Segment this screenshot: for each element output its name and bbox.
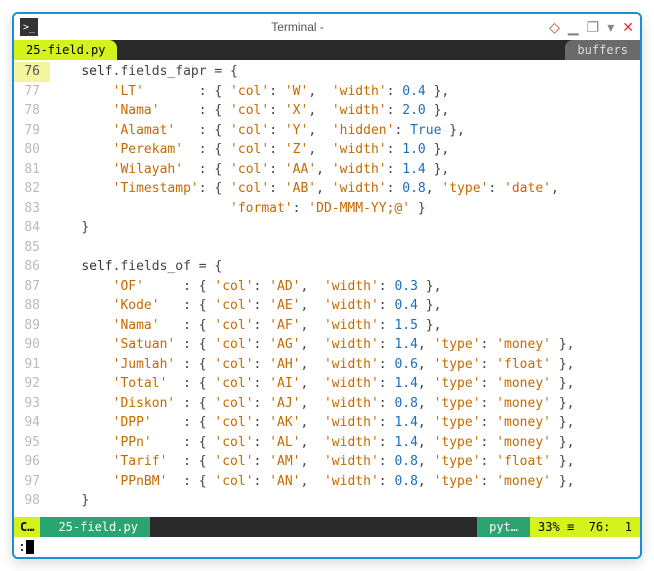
code-content[interactable]: 'Tarif' : { 'col': 'AM', 'width': 0.8, '… bbox=[50, 452, 574, 472]
line-number: 82 bbox=[14, 179, 50, 199]
code-line[interactable]: 85 bbox=[14, 238, 640, 258]
command-line[interactable]: : bbox=[14, 537, 640, 557]
code-line[interactable]: 97 'PPnBM' : { 'col': 'AN', 'width': 0.8… bbox=[14, 472, 640, 492]
code-line[interactable]: 76 self.fields_fapr = { bbox=[14, 62, 640, 82]
window-title: Terminal - bbox=[46, 20, 549, 34]
line-number: 84 bbox=[14, 218, 50, 238]
code-content[interactable]: 'Nama' : { 'col': 'X', 'width': 2.0 }, bbox=[50, 101, 449, 121]
pin-icon[interactable]: ◇ bbox=[549, 20, 560, 34]
buffer-tab-active[interactable]: 25-field.py bbox=[14, 40, 117, 60]
minimize-icon[interactable]: ▁ bbox=[568, 20, 579, 34]
buffer-bar: 25-field.py buffers bbox=[14, 40, 640, 60]
window-controls: ◇ ▁ ❐ ▾ ✕ bbox=[549, 20, 634, 34]
code-content[interactable]: 'Total' : { 'col': 'AI', 'width': 1.4, '… bbox=[50, 374, 574, 394]
code-content[interactable]: 'DPP' : { 'col': 'AK', 'width': 1.4, 'ty… bbox=[50, 413, 574, 433]
code-line[interactable]: 77 'LT' : { 'col': 'W', 'width': 0.4 }, bbox=[14, 82, 640, 102]
cursor-block bbox=[26, 540, 34, 554]
code-content[interactable]: 'Perekam' : { 'col': 'Z', 'width': 1.0 }… bbox=[50, 140, 449, 160]
close-icon[interactable]: ✕ bbox=[622, 20, 634, 34]
code-line[interactable]: 83 'format': 'DD-MMM-YY;@' } bbox=[14, 199, 640, 219]
code-content[interactable]: 'LT' : { 'col': 'W', 'width': 0.4 }, bbox=[50, 82, 449, 102]
code-line[interactable]: 89 'Nama' : { 'col': 'AF', 'width': 1.5 … bbox=[14, 316, 640, 336]
code-line[interactable]: 94 'DPP' : { 'col': 'AK', 'width': 1.4, … bbox=[14, 413, 640, 433]
code-content[interactable]: } bbox=[50, 491, 89, 511]
status-filetype: pyt… bbox=[477, 517, 530, 537]
maximize-icon[interactable]: ▾ bbox=[607, 20, 614, 34]
code-content[interactable]: 'Wilayah' : { 'col': 'AA', 'width': 1.4 … bbox=[50, 160, 449, 180]
restore-icon[interactable]: ❐ bbox=[587, 20, 600, 34]
line-number: 97 bbox=[14, 472, 50, 492]
code-content[interactable]: 'PPn' : { 'col': 'AL', 'width': 1.4, 'ty… bbox=[50, 433, 574, 453]
line-number: 83 bbox=[14, 199, 50, 219]
code-line[interactable]: 95 'PPn' : { 'col': 'AL', 'width': 1.4, … bbox=[14, 433, 640, 453]
terminal-window: >_ Terminal - ◇ ▁ ❐ ▾ ✕ 25-field.py buff… bbox=[12, 12, 642, 559]
code-content[interactable]: 'Diskon' : { 'col': 'AJ', 'width': 0.8, … bbox=[50, 394, 574, 414]
code-line[interactable]: 79 'Alamat' : { 'col': 'Y', 'hidden': Tr… bbox=[14, 121, 640, 141]
code-line[interactable]: 81 'Wilayah' : { 'col': 'AA', 'width': 1… bbox=[14, 160, 640, 180]
line-number: 98 bbox=[14, 491, 50, 511]
code-content[interactable]: 'PPnBM' : { 'col': 'AN', 'width': 0.8, '… bbox=[50, 472, 574, 492]
code-content[interactable]: 'Alamat' : { 'col': 'Y', 'hidden': True … bbox=[50, 121, 465, 141]
code-line[interactable]: 80 'Perekam' : { 'col': 'Z', 'width': 1.… bbox=[14, 140, 640, 160]
code-line[interactable]: 96 'Tarif' : { 'col': 'AM', 'width': 0.8… bbox=[14, 452, 640, 472]
code-line[interactable]: 91 'Jumlah' : { 'col': 'AH', 'width': 0.… bbox=[14, 355, 640, 375]
line-number: 76 bbox=[14, 62, 50, 82]
code-content[interactable]: 'Jumlah' : { 'col': 'AH', 'width': 0.6, … bbox=[50, 355, 574, 375]
terminal-icon: >_ bbox=[20, 18, 38, 36]
line-number: 92 bbox=[14, 374, 50, 394]
code-content[interactable]: self.fields_fapr = { bbox=[50, 62, 238, 82]
code-line[interactable]: 86 self.fields_of = { bbox=[14, 257, 640, 277]
status-col: 1 bbox=[625, 520, 632, 534]
code-content[interactable]: 'Timestamp': { 'col': 'AB', 'width': 0.8… bbox=[50, 179, 559, 199]
status-position: 33% ≡ 76: 1 bbox=[530, 517, 640, 537]
code-line[interactable]: 88 'Kode' : { 'col': 'AE', 'width': 0.4 … bbox=[14, 296, 640, 316]
code-content[interactable]: 'Satuan' : { 'col': 'AG', 'width': 1.4, … bbox=[50, 335, 574, 355]
line-number: 94 bbox=[14, 413, 50, 433]
status-filename: 25-field.py bbox=[40, 517, 149, 537]
line-number: 91 bbox=[14, 355, 50, 375]
code-line[interactable]: 93 'Diskon' : { 'col': 'AJ', 'width': 0.… bbox=[14, 394, 640, 414]
code-line[interactable]: 84 } bbox=[14, 218, 640, 238]
code-line[interactable]: 78 'Nama' : { 'col': 'X', 'width': 2.0 }… bbox=[14, 101, 640, 121]
line-number: 77 bbox=[14, 82, 50, 102]
mode-indicator: C… bbox=[14, 517, 40, 537]
status-spacer bbox=[150, 517, 477, 537]
line-number: 85 bbox=[14, 238, 50, 258]
titlebar[interactable]: >_ Terminal - ◇ ▁ ❐ ▾ ✕ bbox=[14, 14, 640, 40]
buffer-spacer bbox=[117, 40, 565, 60]
code-content[interactable]: 'format': 'DD-MMM-YY;@' } bbox=[50, 199, 426, 219]
code-content[interactable]: self.fields_of = { bbox=[50, 257, 222, 277]
line-number: 95 bbox=[14, 433, 50, 453]
status-sep: ≡ bbox=[567, 520, 574, 534]
line-number: 88 bbox=[14, 296, 50, 316]
code-content[interactable]: 'Nama' : { 'col': 'AF', 'width': 1.5 }, bbox=[50, 316, 441, 336]
line-number: 96 bbox=[14, 452, 50, 472]
line-number: 78 bbox=[14, 101, 50, 121]
line-number: 81 bbox=[14, 160, 50, 180]
code-content[interactable]: } bbox=[50, 218, 89, 238]
line-number: 80 bbox=[14, 140, 50, 160]
line-number: 86 bbox=[14, 257, 50, 277]
line-number: 87 bbox=[14, 277, 50, 297]
line-number: 79 bbox=[14, 121, 50, 141]
line-number: 89 bbox=[14, 316, 50, 336]
code-line[interactable]: 90 'Satuan' : { 'col': 'AG', 'width': 1.… bbox=[14, 335, 640, 355]
line-number: 90 bbox=[14, 335, 50, 355]
code-line[interactable]: 92 'Total' : { 'col': 'AI', 'width': 1.4… bbox=[14, 374, 640, 394]
code-line[interactable]: 82 'Timestamp': { 'col': 'AB', 'width': … bbox=[14, 179, 640, 199]
code-content[interactable]: 'OF' : { 'col': 'AD', 'width': 0.3 }, bbox=[50, 277, 441, 297]
statusbar: C… 25-field.py pyt… 33% ≡ 76: 1 bbox=[14, 517, 640, 537]
status-percent: 33% bbox=[538, 520, 560, 534]
code-line[interactable]: 87 'OF' : { 'col': 'AD', 'width': 0.3 }, bbox=[14, 277, 640, 297]
editor-area[interactable]: 76 self.fields_fapr = {77 'LT' : { 'col'… bbox=[14, 60, 640, 517]
code-line[interactable]: 98 } bbox=[14, 491, 640, 511]
status-line: 76 bbox=[589, 520, 603, 534]
buffers-label[interactable]: buffers bbox=[565, 40, 640, 60]
cmd-prefix: : bbox=[18, 540, 26, 555]
code-content[interactable]: 'Kode' : { 'col': 'AE', 'width': 0.4 }, bbox=[50, 296, 441, 316]
line-number: 93 bbox=[14, 394, 50, 414]
